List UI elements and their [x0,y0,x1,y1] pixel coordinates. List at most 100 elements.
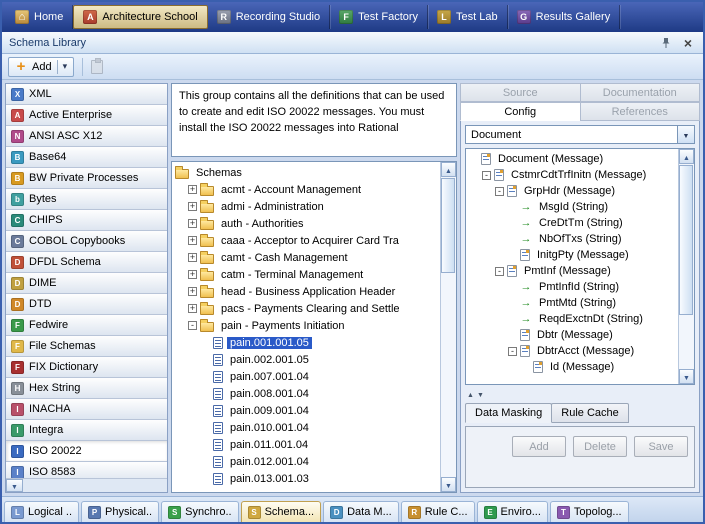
collapse-up-icon[interactable] [467,389,474,400]
chevron-down-icon[interactable] [56,59,68,74]
tree-expander-icon[interactable] [495,266,504,276]
detail-tab[interactable]: Source [460,83,581,102]
scrollbar-thumb[interactable] [679,165,693,315]
document-tab[interactable]: Rule C... [400,501,475,522]
schema-type-item[interactable]: FIX Dictionary [6,357,167,378]
tree-row[interactable]: CreDtTm (String) [469,215,678,231]
tree-row[interactable]: pain.013.001.03 [175,470,440,487]
scroll-down-icon[interactable] [441,477,456,492]
tree-row[interactable]: NbOfTxs (String) [469,231,678,247]
tree-expander-icon[interactable] [188,287,197,296]
tree-row[interactable]: PmtMtd (String) [469,295,678,311]
tree-row[interactable]: head - Business Application Header [175,283,440,300]
perspective-tab[interactable]: Home [6,5,74,29]
tree-expander-icon[interactable] [188,270,197,279]
document-select[interactable]: Document [465,125,695,144]
schema-type-item[interactable]: File Schemas [6,336,167,357]
tree-row[interactable]: pain.012.001.04 [175,453,440,470]
action-button[interactable]: Save [634,436,688,457]
tree-row[interactable]: Dbtr (Message) [469,327,678,343]
add-button[interactable]: Add [8,56,75,77]
splitter[interactable] [465,389,695,399]
schema-type-item[interactable]: ISO 8583 [6,462,167,478]
tree-row[interactable]: catm - Terminal Management [175,266,440,283]
pin-icon[interactable] [658,35,674,51]
tree-row[interactable]: pain.001.001.05 [175,334,440,351]
tree-expander-icon[interactable] [188,219,197,228]
scrollbar-track[interactable] [441,177,456,477]
detail-tab[interactable]: Config [460,102,581,121]
tree-row[interactable]: pain.009.001.04 [175,402,440,419]
action-button[interactable]: Delete [573,436,627,457]
tree-row[interactable]: pacs - Payments Clearing and Settle [175,300,440,317]
scrollbar-thumb[interactable] [441,178,455,273]
tree-row[interactable]: pain.010.001.04 [175,419,440,436]
schema-type-item[interactable]: COBOL Copybooks [6,231,167,252]
section-tab[interactable]: Rule Cache [551,403,629,423]
document-tab[interactable]: Synchro.. [161,501,239,522]
schema-type-item[interactable]: DTD [6,294,167,315]
tree-row[interactable]: pain.002.001.05 [175,351,440,368]
schema-tree-scrollbar[interactable] [440,162,456,492]
document-tab[interactable]: Physical.. [81,501,160,522]
detail-tab[interactable]: Documentation [579,83,700,102]
tree-expander-icon[interactable] [188,253,197,262]
schema-type-item[interactable]: Integra [6,420,167,441]
tree-expander-icon[interactable] [482,170,491,180]
document-tab[interactable]: Topolog... [549,501,629,522]
schema-type-item[interactable]: DIME [6,273,167,294]
tree-row[interactable]: acmt - Account Management [175,181,440,198]
perspective-tab[interactable]: Architecture School [73,5,208,29]
action-button[interactable]: Add [512,436,566,457]
combo-dropdown-icon[interactable] [677,126,694,143]
perspective-tab[interactable]: Test Lab [428,5,508,29]
schema-type-item[interactable]: INACHA [6,399,167,420]
scroll-up-icon[interactable] [441,162,456,177]
scrollbar-track[interactable] [679,164,694,369]
tree-row[interactable]: GrpHdr (Message) [469,183,678,199]
collapse-down-icon[interactable] [477,389,484,400]
schema-type-item[interactable]: BW Private Processes [6,168,167,189]
perspective-tab[interactable]: Results Gallery [508,5,621,29]
document-tab[interactable]: Logical .. [4,501,80,522]
tree-row[interactable]: camt - Cash Management [175,249,440,266]
detail-tab[interactable]: References [579,102,700,121]
tree-row[interactable]: Id (Message) [469,359,678,375]
tree-expander-icon[interactable] [188,321,197,330]
schema-type-item[interactable]: CHIPS [6,210,167,231]
document-tab[interactable]: Enviro... [476,501,548,522]
schema-type-item[interactable]: ANSI ASC X12 [6,126,167,147]
tree-row[interactable]: pain - Payments Initiation [175,317,440,334]
tree-expander-icon[interactable] [508,346,517,356]
tree-row[interactable]: InitgPty (Message) [469,247,678,263]
tree-row[interactable]: CstmrCdtTrfInitn (Message) [469,167,678,183]
perspective-tab[interactable]: Recording Studio [208,5,331,29]
schema-type-item[interactable]: Base64 [6,147,167,168]
scroll-down-icon[interactable] [679,369,694,384]
tree-row[interactable]: PmtInf (Message) [469,263,678,279]
tree-expander-icon[interactable] [188,304,197,313]
tree-expander-icon[interactable] [495,186,504,196]
tree-expander-icon[interactable] [188,236,197,245]
tree-root-row[interactable]: Schemas [175,164,440,181]
tree-row[interactable]: Document (Message) [469,151,678,167]
close-icon[interactable] [680,35,696,51]
tree-row[interactable]: admi - Administration [175,198,440,215]
schema-type-item[interactable]: DFDL Schema [6,252,167,273]
tree-row[interactable]: auth - Authorities [175,215,440,232]
tree-row[interactable]: pain.011.001.04 [175,436,440,453]
schema-type-item[interactable]: Fedwire [6,315,167,336]
document-tab[interactable]: Data M... [323,501,399,522]
schema-type-item[interactable]: ISO 20022 [6,441,167,462]
scroll-up-icon[interactable] [679,149,694,164]
tree-expander-icon[interactable] [188,202,197,211]
config-tree-scrollbar[interactable] [678,149,694,384]
schema-type-item[interactable]: Hex String [6,378,167,399]
sidebar-scroll-down-icon[interactable] [6,479,23,492]
document-tab[interactable]: Schema... [240,501,322,522]
tree-row[interactable]: MsgId (String) [469,199,678,215]
tree-row[interactable]: DbtrAcct (Message) [469,343,678,359]
tree-row[interactable]: ReqdExctnDt (String) [469,311,678,327]
section-tab[interactable]: Data Masking [465,403,553,423]
tree-row[interactable]: PmtInfId (String) [469,279,678,295]
